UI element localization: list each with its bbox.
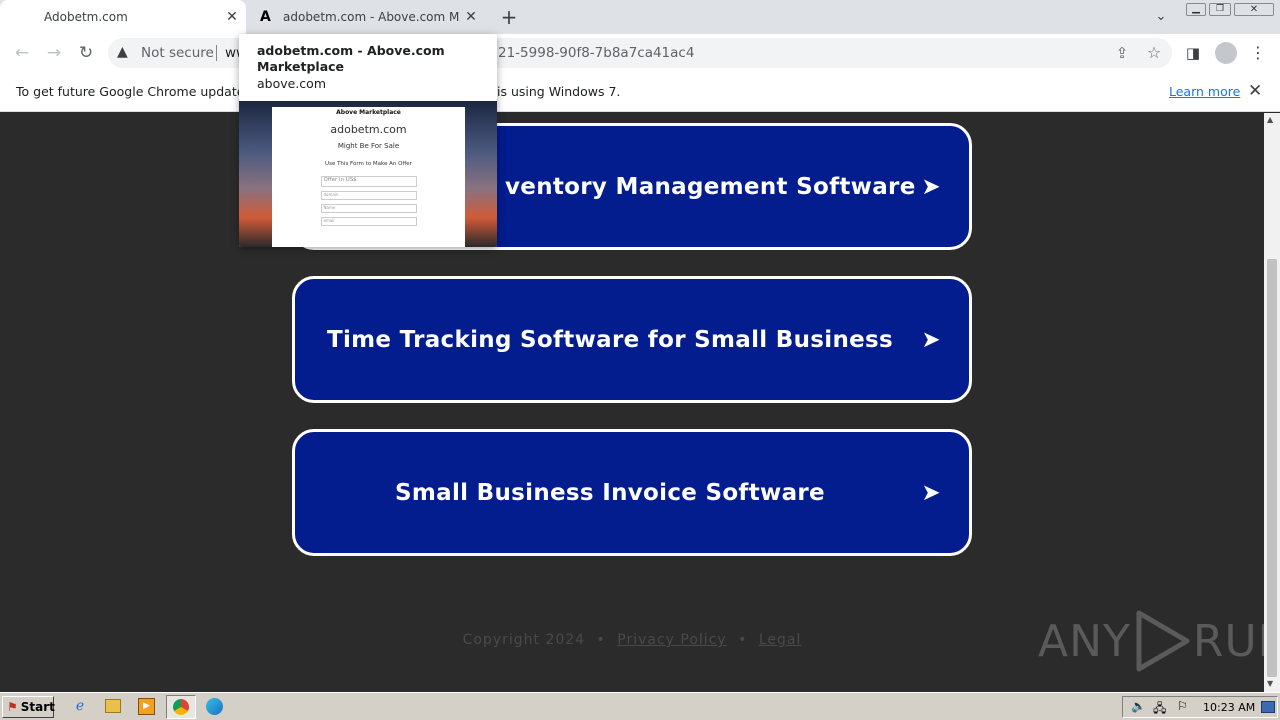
- side-panel-icon[interactable]: ◨: [1181, 41, 1205, 65]
- update-infobar: To get future Google Chrome updates, y i…: [0, 72, 1280, 112]
- link-label: Time Tracking Software for Small Busines…: [326, 326, 894, 353]
- edge-icon[interactable]: [206, 698, 223, 715]
- scroll-down-icon[interactable]: ▼: [1267, 679, 1273, 688]
- page-content: ventory Management Software ➤ Time Track…: [0, 113, 1264, 692]
- infobar-close-icon[interactable]: ✕: [1248, 81, 1262, 101]
- learn-more-link[interactable]: Learn more: [1169, 84, 1240, 99]
- forward-arrow-icon[interactable]: →: [42, 41, 66, 65]
- start-button[interactable]: ⚑ Start: [2, 696, 55, 718]
- minimize-icon[interactable]: ▁: [1186, 3, 1206, 16]
- back-arrow-icon[interactable]: ←: [10, 41, 34, 65]
- warning-triangle-icon: ▲: [117, 44, 128, 60]
- chrome-logo: [173, 699, 189, 715]
- copyright-text: Copyright 2024: [462, 632, 586, 648]
- tab-close-icon[interactable]: ✕: [463, 9, 479, 25]
- watermark-text-right: RUN: [1192, 615, 1264, 667]
- preview-field: Offer in US$: [320, 176, 417, 187]
- url-divider: [216, 45, 217, 61]
- watermark-text-left: ANY: [1038, 615, 1131, 667]
- network-icon[interactable]: 🖧: [1153, 699, 1166, 720]
- clock[interactable]: 10:23 AM: [1203, 701, 1255, 714]
- footer-separator: •: [738, 632, 748, 648]
- tab-search-chevron-icon[interactable]: ⌄: [1149, 5, 1173, 29]
- preview-header-rest: Marketplace: [359, 109, 401, 116]
- profile-avatar-icon[interactable]: [1215, 42, 1237, 64]
- new-tab-plus-icon[interactable]: +: [497, 5, 521, 29]
- preview-field: email: [320, 217, 417, 226]
- scroll-up-icon[interactable]: ▲: [1267, 115, 1273, 124]
- tab-above-marketplace[interactable]: A adobetm.com - Above.com Marketpl ✕: [250, 0, 490, 34]
- footer-separator: •: [596, 632, 606, 648]
- infobar-text-right: is using Windows 7.: [497, 84, 621, 99]
- system-tray: 🔈 🖧 ⚐ 10:23 AM: [1122, 696, 1278, 718]
- restore-icon[interactable]: ❐: [1209, 3, 1231, 16]
- windows-flag-icon: ⚑: [7, 700, 18, 714]
- link-invoice-software[interactable]: Small Business Invoice Software ➤: [292, 429, 972, 556]
- preview-instruction: Use This Form to Make An Offer: [325, 161, 412, 167]
- tab-hover-card: adobetm.com - Above.com Marketplace abov…: [239, 34, 497, 247]
- page-scrollbar[interactable]: ▲ ▼: [1264, 113, 1280, 692]
- chrome-icon[interactable]: [166, 695, 196, 719]
- preview-field: Name: [320, 204, 417, 213]
- security-label: Not secure: [141, 45, 214, 61]
- play-logo-icon: [1136, 610, 1190, 672]
- hovercard-domain: above.com: [257, 76, 327, 91]
- preview-header-bold: Above: [336, 109, 358, 116]
- show-desktop-icon[interactable]: [1261, 701, 1275, 713]
- infobar-text-left: To get future Google Chrome updates, y: [16, 84, 267, 99]
- share-icon[interactable]: ⇪: [1110, 41, 1134, 65]
- tab-close-icon[interactable]: ✕: [224, 9, 240, 25]
- preview-form: Above Marketplace adobetm.com Might Be F…: [272, 107, 465, 247]
- arrow-right-icon: ➤: [921, 173, 941, 200]
- folder-icon[interactable]: [105, 699, 121, 713]
- privacy-policy-link[interactable]: Privacy Policy: [617, 632, 726, 648]
- scrollbar-thumb[interactable]: [1267, 259, 1277, 677]
- tab-adobetm[interactable]: Adobetm.com ✕: [0, 0, 246, 34]
- hovercard-title: adobetm.com - Above.com Marketplace: [257, 43, 445, 74]
- preview-field: domain: [320, 191, 417, 200]
- anyrun-watermark: ANY RUN: [1038, 609, 1264, 673]
- preview-tagline: Might Be For Sale: [337, 142, 400, 150]
- legal-link[interactable]: Legal: [759, 632, 802, 648]
- browser-toolbar: ← → ↻ ▲ Not secure ww 21-5998-90f8-7b8a7…: [0, 34, 1280, 72]
- above-favicon-icon: A: [260, 9, 271, 25]
- tab-title: adobetm.com - Above.com Marketpl: [283, 10, 459, 24]
- link-time-tracking[interactable]: Time Tracking Software for Small Busines…: [292, 276, 972, 403]
- reload-icon[interactable]: ↻: [74, 41, 98, 65]
- hovercard-preview-thumbnail: Above Marketplace adobetm.com Might Be F…: [239, 101, 497, 247]
- link-label: Small Business Invoice Software: [395, 479, 825, 506]
- close-window-icon[interactable]: ✕: [1234, 3, 1274, 16]
- bookmark-star-icon[interactable]: ☆: [1142, 41, 1166, 65]
- menu-kebab-icon[interactable]: ⋮: [1246, 41, 1270, 65]
- arrow-right-icon: ➤: [921, 326, 941, 353]
- arrow-right-icon: ➤: [921, 479, 941, 506]
- tab-strip: Adobetm.com ✕ A adobetm.com - Above.com …: [0, 0, 1280, 34]
- url-text-suffix: 21-5998-90f8-7b8a7ca41ac4: [498, 45, 695, 61]
- volume-icon[interactable]: 🔈: [1131, 699, 1146, 713]
- preview-site: adobetm.com: [330, 123, 407, 136]
- ie-icon[interactable]: ℯ: [71, 698, 89, 716]
- action-center-flag-icon[interactable]: ⚐: [1177, 699, 1188, 713]
- link-label: ventory Management Software: [505, 173, 916, 200]
- tab-title: Adobetm.com: [44, 10, 128, 24]
- media-player-icon[interactable]: ▶: [138, 698, 155, 715]
- start-label: Start: [20, 700, 55, 714]
- windows-taskbar: ⚑ Start ℯ ▶ 🔈 🖧 ⚐ 10:23 AM: [0, 692, 1280, 720]
- preview-header: Above Marketplace: [272, 107, 465, 116]
